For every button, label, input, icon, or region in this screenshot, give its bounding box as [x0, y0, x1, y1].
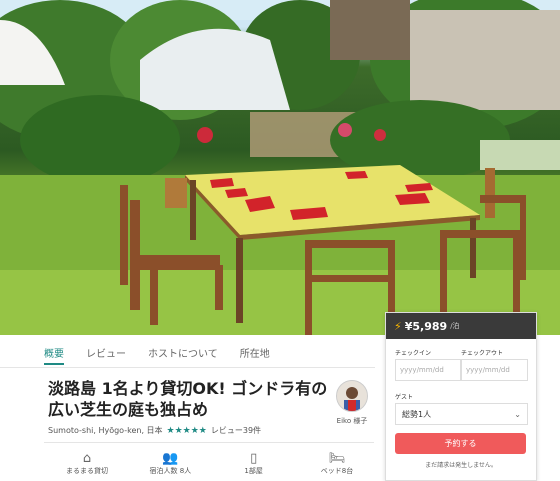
checkin-label: チェックイン	[395, 350, 432, 357]
price-bar: ⚡ ¥5,989 /泊	[386, 313, 536, 339]
guests-icon: 👥	[162, 451, 179, 466]
listing-title: 淡路島 1名より貸切OK! ゴンドラ有の 広い芝生の庭も独占め	[48, 378, 328, 420]
checkout-label: チェックアウト	[461, 350, 504, 357]
door-icon: ▯	[250, 451, 258, 466]
rating-stars: ★★★★★	[166, 425, 207, 436]
guests-select[interactable]: 総勢1人 ⌄	[395, 403, 528, 425]
amenity-entire-home: ⌂ まるまる貸切	[52, 452, 122, 476]
review-count-link[interactable]: レビュー39件	[211, 425, 261, 436]
tabs-divider	[0, 367, 375, 368]
host-avatar[interactable]	[336, 380, 368, 412]
amenity-rooms: ▯ 1部屋	[219, 452, 289, 476]
listing-hero-photo	[0, 0, 560, 335]
guests-value: 総勢1人	[402, 409, 432, 419]
chevron-down-icon: ⌄	[514, 409, 521, 419]
tab-overview[interactable]: 概要	[44, 345, 64, 365]
listing-meta: Sumoto-shi, Hyōgo-ken, 日本 ★★★★★ レビュー39件	[48, 425, 261, 436]
listing-location[interactable]: Sumoto-shi, Hyōgo-ken, 日本	[48, 425, 163, 436]
booking-panel: ⚡ ¥5,989 /泊 チェックイン チェックアウト yyyy/mm/dd yy…	[385, 312, 537, 481]
home-icon: ⌂	[82, 451, 92, 466]
price-unit: /泊	[450, 322, 460, 330]
amenity-label: 1部屋	[244, 467, 263, 475]
tab-host[interactable]: ホストについて	[148, 345, 218, 365]
amenity-beds: 🛏 ベッド8台	[302, 452, 372, 476]
amenity-label: まるまる貸切	[66, 467, 108, 475]
tab-reviews[interactable]: レビュー	[86, 345, 126, 365]
checkin-input[interactable]: yyyy/mm/dd	[395, 359, 461, 381]
listing-tabs: 概要 レビュー ホストについて 所在地	[44, 345, 270, 365]
bed-icon: 🛏	[328, 451, 346, 466]
no-charge-note: まだ請求は発生しません。	[425, 462, 497, 469]
tab-location[interactable]: 所在地	[240, 345, 270, 365]
host-name: Eiko 様子	[336, 417, 368, 425]
listing-title-line2: 広い芝生の庭も独占め	[48, 400, 209, 419]
amenities-row: ⌂ まるまる貸切 👥 宿泊人数 8人 ▯ 1部屋 🛏 ベッド8台	[52, 452, 372, 476]
section-divider	[44, 442, 374, 443]
listing-title-line1: 淡路島 1名より貸切OK! ゴンドラ有の	[48, 379, 328, 398]
guests-label: ゲスト	[395, 394, 414, 401]
amenity-label: ベッド8台	[320, 467, 354, 475]
reserve-button[interactable]: 予約する	[395, 433, 526, 454]
checkout-input[interactable]: yyyy/mm/dd	[461, 359, 528, 381]
amenity-guests: 👥 宿泊人数 8人	[135, 452, 205, 476]
host-profile[interactable]: Eiko 様子	[333, 380, 371, 426]
amenity-label: 宿泊人数 8人	[149, 467, 192, 475]
garden-photo-illustration	[0, 0, 560, 335]
instant-book-icon: ⚡	[394, 319, 402, 333]
nightly-price: ¥5,989	[404, 319, 448, 333]
